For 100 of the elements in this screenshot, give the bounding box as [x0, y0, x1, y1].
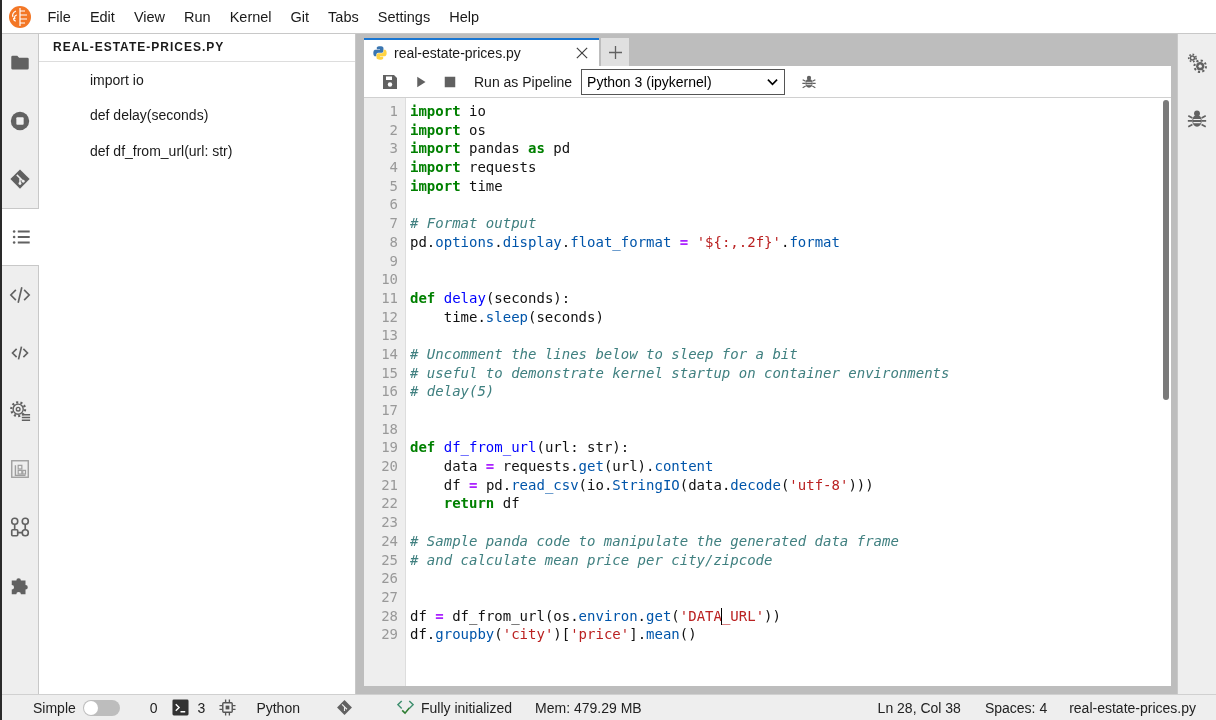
toc-item[interactable]: import io	[90, 71, 144, 88]
run-as-pipeline-button[interactable]: Run as Pipeline	[474, 69, 573, 94]
git-icon	[336, 699, 353, 716]
toc-item[interactable]: def delay(seconds)	[90, 107, 209, 124]
status-file-name: real-estate-prices.py	[1069, 699, 1196, 716]
cursor-position[interactable]: Ln 28, Col 38	[877, 699, 961, 716]
kernel-name[interactable]: Python	[256, 699, 300, 716]
close-icon	[576, 47, 588, 59]
line-number: 17	[381, 402, 398, 418]
terminal-icon	[171, 699, 189, 716]
line-number: 9	[389, 252, 398, 269]
line-number: 29	[381, 626, 398, 643]
memory-usage: Mem: 479.29 MB	[535, 699, 642, 716]
code-line: time.sleep(seconds)	[442, 308, 604, 325]
line-number: 8	[389, 233, 398, 250]
python-icon	[372, 45, 388, 61]
code-line: import os	[410, 121, 486, 138]
menu-item[interactable]: File	[38, 6, 81, 27]
line-number: 2	[389, 121, 398, 138]
line-number: 25	[381, 551, 398, 568]
scrollbar-thumb[interactable]	[1163, 100, 1169, 400]
line-number: 22	[381, 495, 398, 512]
kernel-count[interactable]: 3	[197, 699, 206, 716]
line-number: 11	[381, 289, 398, 306]
play-icon	[415, 75, 427, 88]
stop-circle-icon	[9, 110, 31, 132]
new-tab-button[interactable]	[601, 38, 629, 66]
code-line: def df_from_url(url: str):	[410, 439, 630, 456]
line-number: 18	[381, 420, 398, 437]
line-number: 16	[381, 383, 398, 400]
code-line: df = pd.read_csv(io.StringIO(data.decode('utf-8')))	[442, 476, 874, 493]
line-number: 21	[381, 476, 398, 493]
line-number: 20	[381, 458, 398, 475]
line-number: 26	[381, 570, 398, 587]
stop-icon	[444, 75, 456, 88]
indentation-setting[interactable]: Spaces: 4	[984, 699, 1048, 716]
line-number: 14	[381, 345, 398, 362]
code-line: # Sample panda code to manipulate the generated data frame	[410, 532, 899, 549]
git-icon	[9, 168, 31, 190]
line-number: 24	[381, 532, 398, 549]
line-number: 3	[389, 140, 398, 157]
line-number: 19	[381, 439, 398, 456]
terminal-count[interactable]: 0	[149, 699, 158, 716]
sidebar-tab[interactable]	[2, 208, 39, 266]
line-number: 5	[389, 177, 398, 194]
kernel-status: Fully initialized	[421, 699, 513, 716]
file-tab[interactable]: real-estate-prices.py	[364, 38, 599, 66]
line-number: 13	[381, 327, 398, 344]
code-editor[interactable]	[364, 98, 1171, 686]
line-number: 1	[389, 103, 398, 119]
code-line: # useful to demonstrate kernel startup on container environments	[410, 364, 950, 381]
mode-label: Simple	[33, 699, 76, 716]
code-line: import requests	[410, 159, 537, 176]
panel-title: REAL-ESTATE-PRICES.PY	[39, 34, 355, 62]
layout-icon	[9, 458, 31, 480]
bug-icon	[1186, 108, 1208, 130]
code-line: return df	[442, 495, 520, 512]
code-line: def delay(seconds):	[410, 289, 571, 306]
menu-item[interactable]: View	[124, 6, 175, 27]
code-line: import pandas as pd	[410, 140, 571, 157]
gear-list-icon	[9, 400, 31, 422]
code-line: # Format output	[410, 215, 537, 232]
code-line: df = df_from_url(os.environ.get('DATA_URL'))	[410, 607, 781, 624]
close-button[interactable]	[575, 46, 589, 60]
save-icon	[382, 73, 398, 90]
line-number: 4	[389, 159, 398, 176]
logo-icon	[8, 4, 32, 29]
menu-item[interactable]: Help	[439, 6, 489, 27]
chevron-down-icon	[767, 77, 779, 86]
line-number: 12	[381, 308, 398, 325]
bug-icon	[801, 73, 818, 90]
kernel-select[interactable]: Python 3 (ipykernel)	[581, 68, 786, 95]
line-number: 15	[381, 364, 398, 381]
code-line: df.groupby('city')['price'].mean()	[410, 626, 697, 643]
menu-item[interactable]: Edit	[80, 6, 125, 27]
line-number: 7	[389, 215, 398, 232]
code-line: # and calculate mean price per city/zipcode	[410, 551, 773, 568]
code-line: import io	[410, 103, 486, 119]
code-line: import time	[410, 177, 503, 194]
nodes-icon	[9, 516, 31, 538]
line-number: 6	[389, 196, 398, 213]
chip-icon	[219, 699, 237, 716]
line-number: 28	[381, 607, 398, 624]
plus-icon	[608, 45, 622, 59]
menu-item[interactable]: Git	[281, 6, 319, 27]
code-line: data = requests.get(url).content	[442, 458, 714, 475]
mode-toggle[interactable]	[82, 699, 120, 716]
toc-item[interactable]: def df_from_url(url: str)	[90, 142, 233, 159]
menu-item[interactable]: Run	[174, 6, 221, 27]
line-number: 23	[381, 514, 398, 531]
menu-item[interactable]: Settings	[368, 6, 440, 27]
line-number: 10	[381, 271, 398, 288]
gears-icon	[1186, 52, 1208, 74]
menu-item[interactable]: Tabs	[318, 6, 369, 27]
line-number: 27	[381, 588, 398, 605]
code-icon	[11, 344, 29, 362]
code-line: pd.options.display.float_format = '${:,.2f}'.format	[410, 233, 840, 250]
menu-item[interactable]: Kernel	[220, 6, 282, 27]
code-line: # Uncomment the lines below to sleep for a bit	[410, 345, 798, 362]
code-check-icon	[397, 699, 414, 716]
